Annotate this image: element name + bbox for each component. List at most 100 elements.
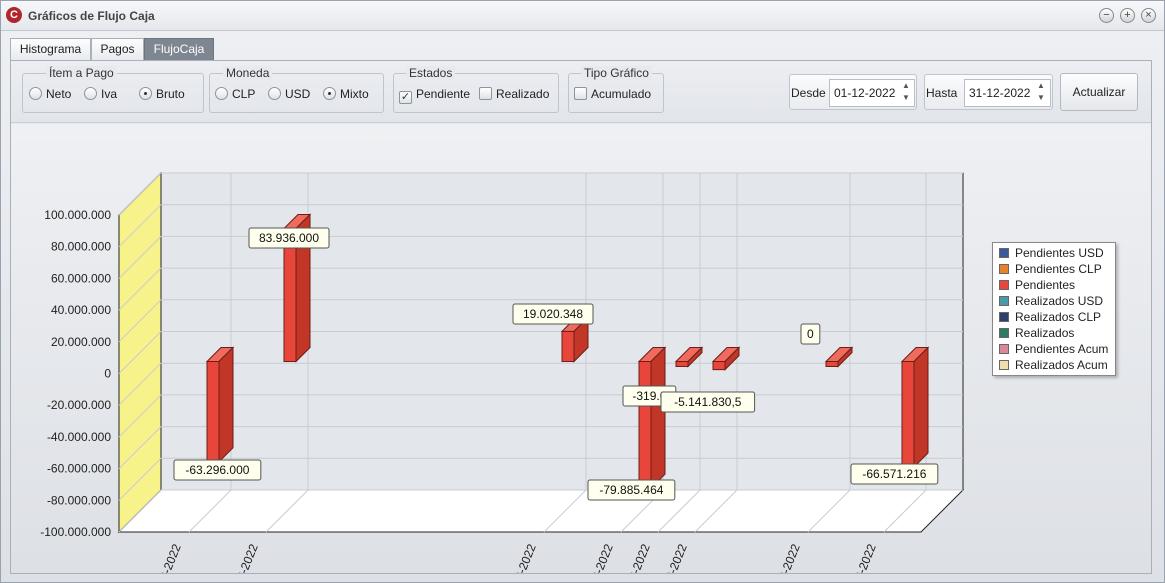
data-label: 0 <box>807 327 814 341</box>
app-window: C Gráficos de Flujo Caja − + × Histogram… <box>0 0 1165 583</box>
x-tick-label: 14-12-2022 <box>225 542 261 573</box>
y-tick-label: 20.000.000 <box>51 335 111 349</box>
item-pago-title: Ítem a Pago <box>46 66 117 80</box>
estados-group: Estados ✓ Pendiente Realizado <box>393 66 559 113</box>
desde-label: Desde <box>791 86 826 100</box>
tipo-grafico-group: Tipo Gráfico Acumulado <box>568 66 664 113</box>
legend-label: Pendientes <box>1015 278 1076 292</box>
chart-floor <box>117 489 965 533</box>
data-label: -66.571.216 <box>862 467 926 481</box>
moneda-group: Moneda CLP USD Mixto <box>209 66 384 113</box>
legend-swatch <box>999 344 1009 354</box>
item-pago-group: Ítem a Pago Neto Iva Bruto <box>22 66 204 113</box>
legend-swatch <box>999 280 1009 290</box>
desde-spinner-icon[interactable]: ▲ ▼ <box>900 80 912 106</box>
legend-item: Realizados Acum <box>999 358 1108 374</box>
radio-neto[interactable]: Neto <box>29 87 71 101</box>
maximize-icon[interactable]: + <box>1120 8 1135 23</box>
radio-iva[interactable]: Iva <box>84 87 117 101</box>
data-label: -79.885.464 <box>599 483 663 497</box>
legend-item: Pendientes <box>999 278 1075 294</box>
app-logo-icon: C <box>6 7 22 23</box>
checkbox-empty-icon <box>574 87 587 100</box>
flujocaja-panel: Ítem a Pago Neto Iva Bruto Moneda CLP US… <box>10 60 1152 583</box>
legend-label: Realizados CLP <box>1015 310 1102 324</box>
check-pendiente[interactable]: ✓ Pendiente <box>399 87 470 104</box>
data-label: 83.936.000 <box>259 231 319 245</box>
title-bar: C Gráficos de Flujo Caja − + × <box>1 1 1164 31</box>
legend-label: Realizados USD <box>1015 294 1104 308</box>
y-tick-label: 80.000.000 <box>51 240 111 254</box>
legend-item: Realizados CLP <box>999 310 1101 326</box>
x-tick-label: 21-12-2022 <box>503 542 539 573</box>
filter-toolbar: Ítem a Pago Neto Iva Bruto Moneda CLP US… <box>11 61 1151 123</box>
bar <box>712 361 726 371</box>
legend-swatch <box>999 312 1009 322</box>
hasta-label: Hasta <box>926 86 958 100</box>
bar-side <box>218 346 234 464</box>
cashflow-chart: Flujo de caja (Montos Brutos)100.000.000… <box>40 171 965 583</box>
tab-flujocaja[interactable]: FlujoCaja <box>144 38 214 60</box>
legend-swatch <box>999 296 1009 306</box>
tab-histograma[interactable]: Histograma <box>10 38 91 60</box>
radio-usd-icon <box>268 87 281 100</box>
hasta-spinner-icon[interactable]: ▲ ▼ <box>1035 80 1047 106</box>
bar-side <box>913 346 929 469</box>
tipo-grafico-title: Tipo Gráfico <box>581 66 652 80</box>
legend-swatch <box>999 248 1009 258</box>
y-tick-label: 60.000.000 <box>51 271 111 285</box>
data-label: -63.296.000 <box>185 463 249 477</box>
hasta-box: Hasta 31-12-2022 ▲ ▼ <box>924 74 1053 110</box>
radio-iva-icon <box>84 87 97 100</box>
legend-swatch <box>999 360 1009 370</box>
bar <box>561 330 575 363</box>
radio-bruto[interactable]: Bruto <box>139 87 185 101</box>
close-icon[interactable]: × <box>1141 8 1156 23</box>
legend-swatch <box>999 328 1009 338</box>
legend-label: Pendientes Acum <box>1015 342 1109 356</box>
x-tick-label: 25-12-2022 <box>654 542 690 573</box>
legend-item: Pendientes CLP <box>999 262 1102 278</box>
y-tick-label: 100.000.000 <box>44 208 111 222</box>
desde-box: Desde 01-12-2022 ▲ ▼ <box>789 74 917 110</box>
radio-neto-icon <box>29 87 42 100</box>
radio-usd[interactable]: USD <box>268 87 310 101</box>
bar <box>901 361 915 468</box>
legend-item: Realizados <box>999 326 1074 342</box>
check-realizado[interactable]: Realizado <box>479 87 549 101</box>
bar <box>825 361 839 367</box>
legend-item: Pendientes Acum <box>999 342 1108 358</box>
side-scroll-hint <box>1154 60 1164 574</box>
x-tick-label: 28-12-2022 <box>767 542 803 573</box>
y-tick-label: -100.000.000 <box>40 525 111 539</box>
x-tick-label: 30-12-2022 <box>843 542 879 573</box>
actualizar-button[interactable]: Actualizar <box>1060 73 1138 111</box>
x-tick-label: 23-12-2022 <box>580 542 616 573</box>
estados-title: Estados <box>406 66 456 80</box>
y-tick-label: -60.000.000 <box>47 462 111 476</box>
bar <box>638 361 652 489</box>
legend-item: Realizados USD <box>999 294 1103 310</box>
y-tick-label: -20.000.000 <box>47 398 111 412</box>
minimize-icon[interactable]: − <box>1099 8 1114 23</box>
data-label: 19.020.348 <box>523 307 583 321</box>
x-tick-label: 24-12-2022 <box>617 542 653 573</box>
radio-mixto-icon <box>323 87 336 100</box>
bar-side <box>650 346 666 490</box>
legend-item: Pendientes USD <box>999 246 1104 262</box>
y-tick-label: -40.000.000 <box>47 430 111 444</box>
radio-mixto[interactable]: Mixto <box>323 87 369 101</box>
bar <box>675 361 689 367</box>
legend-label: Pendientes USD <box>1015 246 1104 260</box>
y-tick-label: -80.000.000 <box>47 493 111 507</box>
x-tick-label: 12-12-2022 <box>148 542 184 573</box>
check-acumulado[interactable]: Acumulado <box>574 87 651 101</box>
legend-swatch <box>999 264 1009 274</box>
radio-clp[interactable]: CLP <box>215 87 255 101</box>
moneda-title: Moneda <box>223 66 273 80</box>
chart-area: Flujo de caja (Montos Brutos)100.000.000… <box>11 124 1151 583</box>
checkbox-empty-icon <box>479 87 492 100</box>
tab-pagos[interactable]: Pagos <box>91 38 144 60</box>
y-tick-label: 0 <box>104 367 111 381</box>
radio-bruto-icon <box>139 87 152 100</box>
